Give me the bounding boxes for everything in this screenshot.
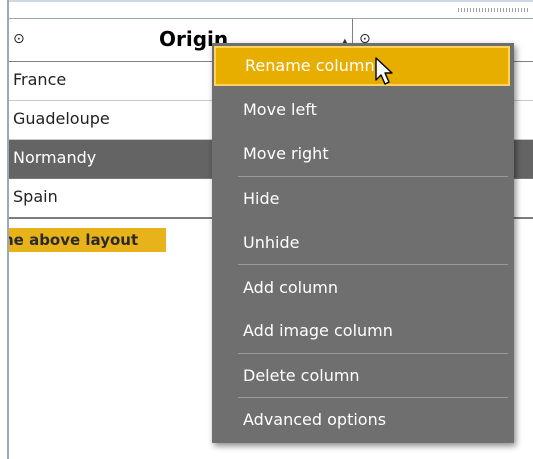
menu-separator	[238, 353, 508, 354]
cell-origin: France	[13, 70, 67, 89]
menu-item-add-image-column[interactable]: Add image column	[212, 311, 514, 351]
eye-icon[interactable]: ⊙	[13, 31, 25, 47]
menu-item-rename-column[interactable]: Rename column	[214, 46, 510, 86]
menu-separator	[238, 176, 508, 177]
menu-item-add-column[interactable]: Add column	[212, 268, 514, 308]
menu-item-unhide[interactable]: Unhide	[212, 223, 514, 263]
menu-item-move-left[interactable]: Move left	[212, 90, 514, 130]
menu-item-move-right[interactable]: Move right	[212, 134, 514, 174]
menu-item-delete-column[interactable]: Delete column	[212, 356, 514, 396]
menu-item-advanced-options[interactable]: Advanced options	[212, 400, 514, 440]
menu-separator	[238, 397, 508, 398]
cell-origin: Spain	[13, 187, 58, 206]
cell-origin: Normandy	[13, 148, 97, 167]
layout-banner[interactable]: he above layout	[9, 228, 166, 252]
top-rule	[9, 0, 533, 2]
context-menu: Rename column Move left Move right Hide …	[212, 43, 514, 443]
menu-item-hide[interactable]: Hide	[212, 179, 514, 219]
mouse-cursor-icon	[375, 57, 393, 85]
menu-separator	[238, 264, 508, 265]
resize-grip[interactable]	[458, 8, 528, 12]
cell-origin: Guadeloupe	[13, 109, 110, 128]
